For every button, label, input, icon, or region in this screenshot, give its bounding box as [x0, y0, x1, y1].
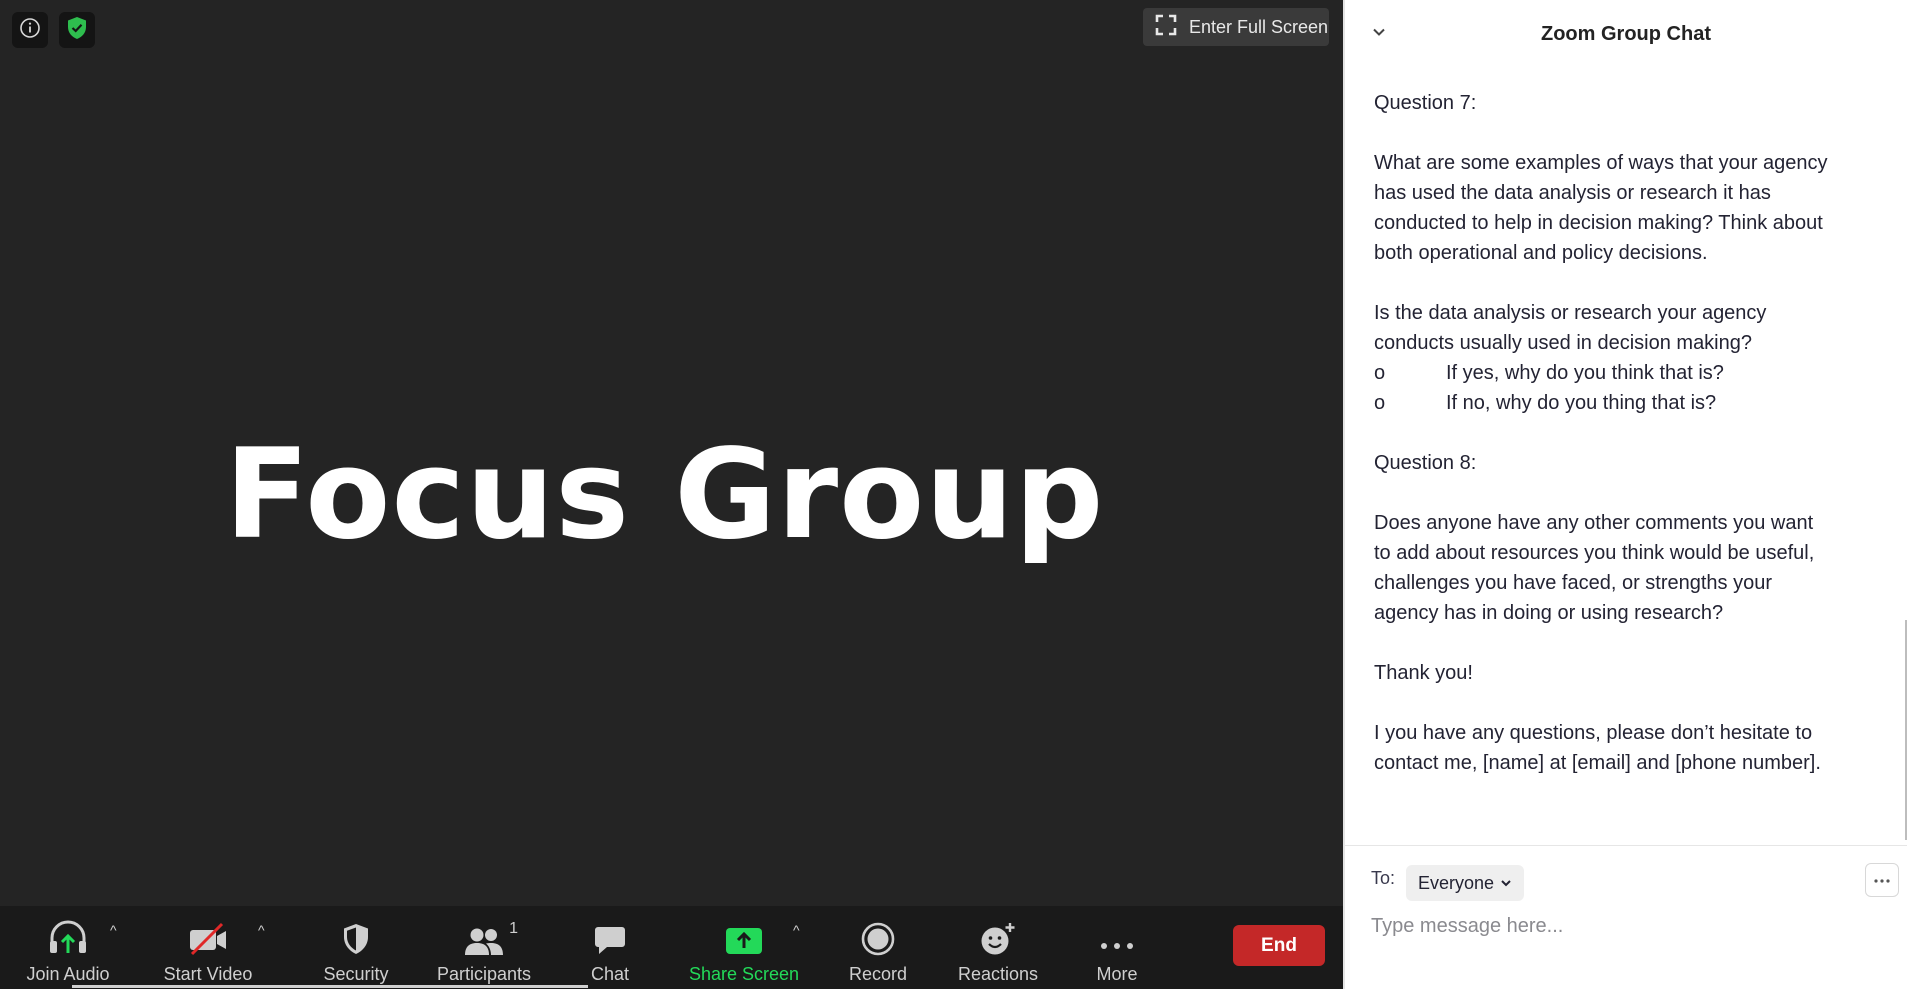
- contact-line-2: contact me, [name] at [email] and [phone…: [1374, 752, 1821, 774]
- chat-message: . . Question 7: What are some examples o…: [1374, 60, 1874, 840]
- share-options-caret[interactable]: ^: [793, 922, 800, 938]
- q7-line-3: conducted to help in decision making? Th…: [1374, 212, 1823, 234]
- bullet-text-yes: If yes, why do you think that is?: [1446, 362, 1724, 384]
- audio-options-caret[interactable]: ^: [110, 922, 117, 938]
- chat-panel: Zoom Group Chat . . Question 7: What are…: [1343, 0, 1907, 989]
- q8-line-2: to add about resources you think would b…: [1374, 542, 1815, 564]
- more-dots-icon: [1099, 912, 1135, 956]
- chat-label: Chat: [590, 964, 630, 984]
- more-dots-icon: [1873, 871, 1891, 889]
- encryption-shield-button[interactable]: [59, 12, 95, 48]
- recipient-value: Everyone: [1418, 872, 1495, 893]
- more-label: More: [1096, 964, 1138, 984]
- video-off-icon: [188, 912, 228, 956]
- q7b-line-2: conducts usually used in decision making…: [1374, 332, 1752, 354]
- security-button[interactable]: Security: [314, 906, 398, 989]
- more-button[interactable]: More: [1088, 906, 1146, 989]
- start-video-label: Start Video: [163, 964, 253, 984]
- chat-header: Zoom Group Chat: [1345, 0, 1907, 68]
- security-label: Security: [323, 964, 389, 984]
- question-8-heading: Question 8:: [1374, 452, 1477, 474]
- q7-line-2: has used the data analysis or research i…: [1374, 182, 1771, 204]
- headphones-icon: [47, 912, 89, 956]
- join-audio-button[interactable]: Join Audio: [20, 906, 116, 989]
- participants-icon: 1: [464, 912, 518, 956]
- chat-title: Zoom Group Chat: [1541, 22, 1711, 45]
- bullet-item: o If no, why do you thing that is?: [1374, 388, 1874, 418]
- share-screen-icon: [725, 912, 763, 956]
- fullscreen-icon: [1155, 14, 1177, 41]
- chat-bubble-icon: [593, 912, 627, 956]
- participants-button[interactable]: 1 Participants: [432, 906, 536, 989]
- chat-divider: [1345, 845, 1907, 846]
- reactions-label: Reactions: [957, 964, 1039, 984]
- chevron-down-icon: [1371, 27, 1387, 44]
- to-label: To:: [1371, 868, 1396, 888]
- participants-count: 1: [509, 920, 518, 937]
- end-meeting-button[interactable]: End: [1233, 925, 1325, 966]
- q7-line-1: What are some examples of ways that your…: [1374, 152, 1828, 174]
- contact-line-1: I you have any questions, please don’t h…: [1374, 722, 1813, 744]
- meeting-video-area: Enter Full Screen Focus Group: [0, 0, 1343, 906]
- participants-label: Participants: [436, 964, 532, 984]
- thank-you-text: Thank you!: [1374, 662, 1473, 684]
- bullet-marker: o: [1374, 392, 1386, 414]
- q8-line-3: challenges you have faced, or strengths …: [1374, 572, 1773, 594]
- q8-line-1: Does anyone have any other comments you …: [1374, 512, 1814, 534]
- collapse-chat-button[interactable]: [1371, 24, 1387, 45]
- bullet-text-no: If no, why do you thing that is?: [1446, 392, 1717, 414]
- meeting-info-button[interactable]: [12, 12, 48, 48]
- video-options-caret[interactable]: ^: [258, 922, 265, 938]
- chat-message-input[interactable]: [1371, 908, 1891, 944]
- shield-icon: [341, 912, 371, 956]
- chevron-down-icon: [1500, 873, 1512, 894]
- info-icon: [19, 17, 41, 44]
- clipped-previous-text: . .: [1374, 60, 1874, 88]
- join-audio-label: Join Audio: [26, 964, 110, 984]
- bullet-marker: o: [1374, 362, 1386, 384]
- q7b-line-1: Is the data analysis or research your ag…: [1374, 302, 1767, 324]
- share-screen-label: Share Screen: [688, 964, 800, 984]
- shield-check-icon: [66, 16, 88, 45]
- reactions-emoji-icon: [980, 912, 1016, 956]
- record-icon: [861, 912, 895, 956]
- shared-content-title: Focus Group: [224, 423, 1105, 567]
- enter-full-screen-button[interactable]: Enter Full Screen: [1143, 8, 1329, 46]
- bullet-item: o If yes, why do you think that is?: [1374, 358, 1874, 388]
- record-button[interactable]: Record: [840, 906, 916, 989]
- q7-line-4: both operational and policy decisions.: [1374, 242, 1708, 264]
- start-video-button[interactable]: Start Video: [158, 906, 258, 989]
- q8-line-4: agency has in doing or using research?: [1374, 602, 1724, 624]
- fullscreen-label: Enter Full Screen: [1189, 16, 1329, 37]
- recipient-select[interactable]: Everyone: [1406, 865, 1525, 901]
- chat-more-options-button[interactable]: [1865, 863, 1899, 897]
- record-label: Record: [848, 964, 908, 984]
- toolbar-bottom-bar: [72, 985, 588, 988]
- share-screen-button[interactable]: Share Screen: [688, 906, 800, 989]
- top-left-controls: [12, 12, 95, 48]
- reactions-button[interactable]: Reactions: [952, 906, 1044, 989]
- chat-button[interactable]: Chat: [580, 906, 640, 989]
- question-7-heading: Question 7:: [1374, 92, 1477, 114]
